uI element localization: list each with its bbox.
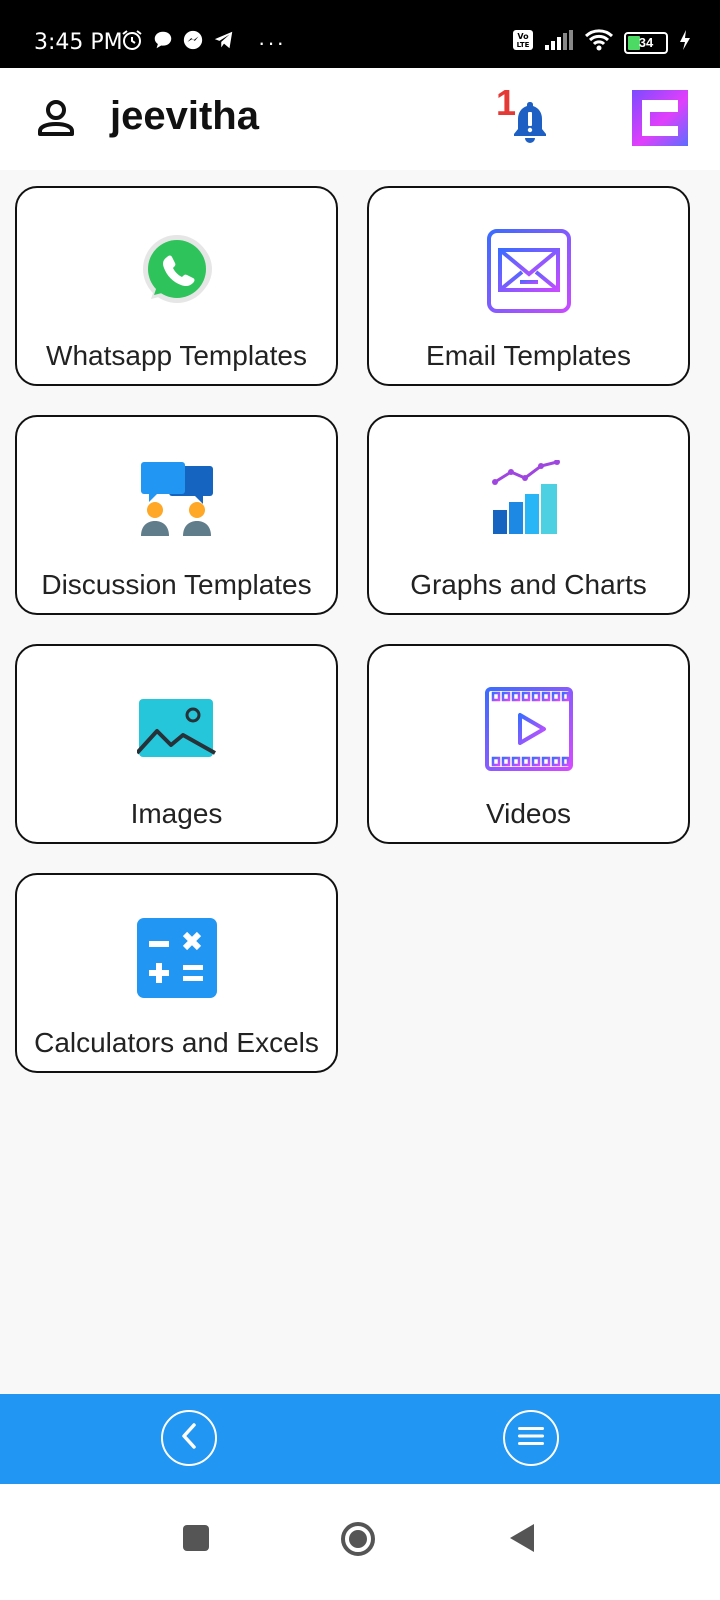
card-label: Videos (485, 798, 572, 829)
back-circle-icon (177, 1422, 201, 1455)
alarm-icon (120, 28, 144, 57)
card-label: Email Templates (426, 340, 631, 371)
email-icon (486, 228, 572, 319)
whatsapp-icon (139, 233, 215, 314)
menu-circle-icon (517, 1425, 545, 1452)
calculator-icon (135, 916, 219, 1005)
card-label: Whatsapp Templates (46, 340, 307, 371)
status-notification-icons: ··· (120, 28, 286, 57)
svg-text:Vo: Vo (517, 32, 529, 41)
card-discussion-templates[interactable]: Discussion Templates (15, 415, 338, 615)
card-email-templates[interactable]: Email Templates (367, 186, 690, 386)
card-label: Discussion Templates (41, 569, 312, 600)
notifications-button[interactable]: 1 (496, 82, 556, 152)
category-grid: Whatsapp Templates Email Templates Discu… (15, 186, 705, 1073)
app-header: jeevitha 1 (0, 68, 720, 170)
card-images[interactable]: Images (15, 644, 338, 844)
wifi-icon (584, 28, 614, 57)
status-bar: 3:45 PM ··· Vo LTE 34 (0, 0, 720, 68)
back-button[interactable] (161, 1410, 217, 1466)
battery-level: 34 (638, 34, 654, 50)
status-system-icons: Vo LTE 34 (512, 28, 692, 57)
more-notifications: ··· (258, 29, 286, 55)
discussion-icon (137, 460, 217, 545)
image-icon (135, 697, 217, 766)
user-icon[interactable] (36, 98, 76, 143)
messenger-icon (182, 29, 204, 56)
back-icon[interactable] (508, 1522, 536, 1559)
chat-bubble-icon (152, 29, 174, 56)
recents-icon[interactable] (182, 1524, 210, 1557)
bell-icon (510, 98, 550, 151)
status-time: 3:45 PM (34, 30, 123, 55)
card-videos[interactable]: Videos (367, 644, 690, 844)
card-label: Calculators and Excels (34, 1027, 319, 1058)
username: jeevitha (110, 94, 259, 138)
card-calculators-and-excels[interactable]: Calculators and Excels (15, 873, 338, 1073)
signal-icon (544, 29, 574, 56)
card-label: Images (130, 798, 223, 829)
card-graphs-and-charts[interactable]: Graphs and Charts (367, 415, 690, 615)
chart-icon (489, 458, 569, 545)
system-nav-bar (0, 1484, 720, 1600)
menu-button[interactable] (503, 1410, 559, 1466)
charging-icon (678, 29, 692, 56)
home-icon[interactable] (340, 1521, 376, 1562)
bottom-app-bar (0, 1394, 720, 1484)
card-label: Graphs and Charts (410, 569, 647, 600)
svg-text:LTE: LTE (517, 41, 530, 49)
brand-logo (632, 90, 688, 151)
telegram-icon (212, 29, 236, 56)
card-whatsapp-templates[interactable]: Whatsapp Templates (15, 186, 338, 386)
battery-icon: 34 (624, 31, 668, 54)
video-icon (484, 686, 574, 777)
volte-icon: Vo LTE (512, 29, 534, 56)
